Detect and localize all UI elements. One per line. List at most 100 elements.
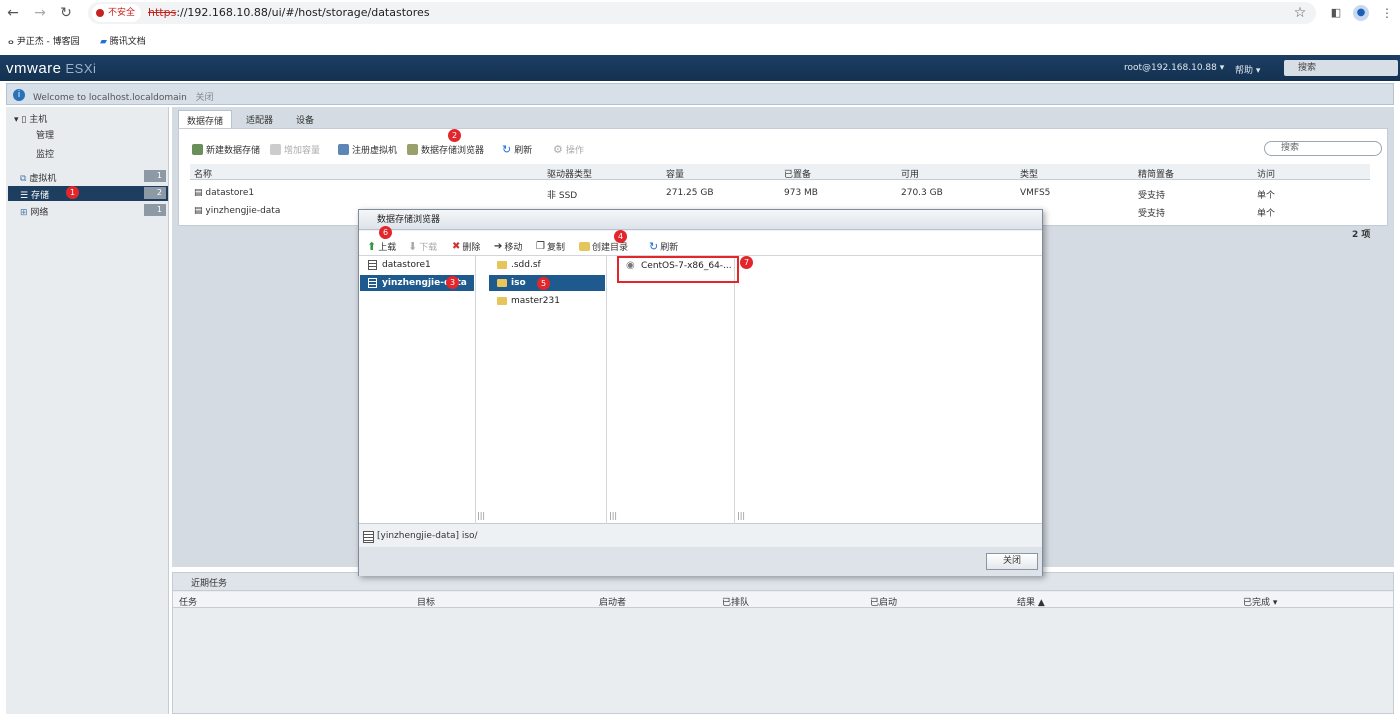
close-button[interactable]: 关闭 — [986, 553, 1038, 570]
move-button[interactable]: ➔ 移动 — [494, 240, 522, 253]
tab-datastores[interactable]: 数据存储 — [178, 110, 233, 128]
browser-chrome: ← → ↻ 不安全 https://192.168.10.88/ui/#/hos… — [0, 0, 1400, 55]
copy-button[interactable]: ❐ 复制 — [536, 240, 565, 253]
new-datastore-button[interactable]: 新建数据存储 — [192, 143, 260, 156]
dialog-footer: 关闭 — [359, 547, 1042, 576]
col-completed[interactable]: 已完成 ▾ — [1243, 595, 1277, 608]
copy-icon: ❐ — [536, 241, 545, 252]
profile-icon[interactable]: ● — [1353, 5, 1369, 21]
dialog-toolbar: ⬆ 上载 ⬇ 下载 ✖ 删除 ➔ 移动 ❐ 复制 创建目录 ↻ 刷新 — [359, 231, 1042, 256]
annotation-badge: 2 — [448, 129, 461, 142]
gear-icon: ⚙ — [553, 143, 563, 156]
info-icon: i — [13, 89, 25, 101]
col-drive-type[interactable]: 驱动器类型 — [547, 167, 592, 180]
upload-arrow-icon: ⬆ — [367, 240, 377, 253]
increase-capacity-button[interactable]: 增加容量 — [270, 143, 320, 156]
column-resize-handle[interactable]: ||| — [609, 511, 617, 520]
download-icon: ⬇ — [408, 240, 418, 253]
datastore-item[interactable]: datastore1 — [360, 257, 474, 273]
user-menu[interactable]: root@192.168.10.88 ▾ — [1124, 63, 1224, 73]
col-provisioned[interactable]: 已置备 — [784, 167, 811, 180]
col-result[interactable]: 结果 ▲ — [1017, 595, 1045, 608]
dialog-title-text: 数据存储浏览器 — [377, 215, 441, 225]
col-queued[interactable]: 已排队 — [722, 595, 749, 608]
actions-button[interactable]: ⚙ 操作 — [553, 143, 584, 156]
folder-item[interactable]: .sdd.sf — [489, 257, 605, 273]
column-resize-handle[interactable]: ||| — [737, 511, 745, 520]
nav-network[interactable]: ⊞ 网络 — [20, 205, 48, 218]
tab-devices[interactable]: 设备 — [288, 110, 322, 128]
help-menu[interactable]: 帮助 ▾ — [1235, 63, 1260, 76]
datastore-search-input[interactable]: 搜索 — [1264, 141, 1382, 156]
star-icon[interactable]: ☆ — [1291, 4, 1309, 22]
col-thin[interactable]: 精简置备 — [1138, 167, 1174, 180]
bookmark-tencent-docs[interactable]: ▰ 腾讯文档 — [100, 34, 146, 47]
datastore-browser-button[interactable]: 数据存储浏览器 — [407, 143, 484, 156]
col-free[interactable]: 可用 — [901, 167, 919, 180]
datastore-column: datastore1 yinzhengjie-data ||| — [359, 256, 485, 524]
register-vm-button[interactable]: 注册虚拟机 — [338, 143, 397, 156]
cell: 271.25 GB — [666, 188, 714, 198]
nav-manage[interactable]: 管理 — [36, 128, 54, 141]
refresh-icon: ↻ — [649, 240, 659, 253]
bookmark-cnblogs[interactable]: ⴰ 尹正杰 - 博客园 — [8, 34, 80, 47]
menu-icon[interactable]: ⋮ — [1378, 4, 1396, 22]
nav-monitor[interactable]: 监控 — [36, 147, 54, 160]
annotation-badge: 6 — [379, 226, 392, 239]
increase-capacity-label: 增加容量 — [284, 146, 321, 156]
datastore-icon — [368, 278, 377, 288]
reload-icon[interactable]: ↻ — [57, 4, 75, 22]
cell: 270.3 GB — [901, 188, 943, 198]
folder-icon — [497, 261, 507, 269]
refresh-label: 刷新 — [514, 146, 533, 156]
url-scheme: https — [148, 6, 177, 19]
nav-host-label: 主机 — [29, 115, 48, 125]
col-target[interactable]: 目标 — [417, 595, 435, 608]
annotation-badge: 1 — [66, 186, 79, 199]
tab-adapters[interactable]: 适配器 — [238, 110, 281, 128]
welcome-message: Welcome to localhost.localdomain — [33, 93, 187, 103]
nav-storage[interactable]: ☰ 存储 — [20, 188, 49, 201]
datastore-browser-icon — [407, 144, 418, 155]
col-task[interactable]: 任务 — [179, 595, 197, 608]
forward-icon[interactable]: → — [31, 4, 49, 22]
col-name[interactable]: 名称 — [194, 167, 212, 180]
column-resize-handle[interactable]: ||| — [477, 511, 485, 520]
register-vm-icon — [338, 144, 349, 155]
welcome-dismiss[interactable]: 关闭 — [195, 93, 213, 103]
download-button[interactable]: ⬇ 下载 — [408, 240, 437, 253]
folder-item[interactable]: master231 — [489, 293, 605, 309]
refresh-button[interactable]: ↻ 刷新 — [502, 143, 532, 156]
cell: 单个 — [1257, 191, 1276, 201]
folder-label: iso — [511, 278, 526, 288]
annotation-badge: 3 — [446, 276, 459, 289]
storage-count-badge: 2 — [144, 187, 166, 199]
header-search-input[interactable]: 搜索 — [1284, 60, 1398, 76]
vm-count-badge: 1 — [144, 170, 166, 182]
col-access[interactable]: 访问 — [1257, 167, 1275, 180]
network-icon: ⊞ — [20, 208, 28, 218]
nav-host[interactable]: ▾ ▯ 主机 — [14, 112, 47, 125]
url-text[interactable]: https://192.168.10.88/ui/#/host/storage/… — [148, 6, 430, 19]
folder-label: master231 — [511, 296, 560, 306]
folder-icon — [497, 297, 507, 305]
cell-text: yinzhengjie-data — [205, 206, 281, 216]
file-column: ◉ CentOS-7-x86_64-... ||| — [617, 256, 745, 524]
tasks-grid-header: 任务 目标 启动者 已排队 已启动 结果 ▲ 已完成 ▾ — [173, 592, 1393, 608]
insecure-badge[interactable]: 不安全 — [92, 4, 142, 22]
cell: 受支持 — [1138, 209, 1166, 219]
bookmark-label: 腾讯文档 — [109, 37, 146, 47]
sidepanel-icon[interactable]: ◧ — [1327, 4, 1345, 22]
cell: 非 SSD — [547, 191, 578, 201]
delete-button[interactable]: ✖ 删除 — [452, 240, 480, 253]
col-type[interactable]: 类型 — [1020, 167, 1038, 180]
refresh-icon: ↻ — [502, 143, 512, 156]
nav-vms-label: 虚拟机 — [29, 174, 57, 184]
col-initiator[interactable]: 启动者 — [599, 595, 626, 608]
col-capacity[interactable]: 容量 — [666, 167, 684, 180]
col-started[interactable]: 已启动 — [870, 595, 897, 608]
upload-button[interactable]: ⬆ 上载 — [367, 240, 396, 253]
dialog-refresh-button[interactable]: ↻ 刷新 — [649, 240, 678, 253]
back-icon[interactable]: ← — [4, 4, 22, 22]
nav-vms[interactable]: ⧉ 虚拟机 — [20, 171, 56, 184]
